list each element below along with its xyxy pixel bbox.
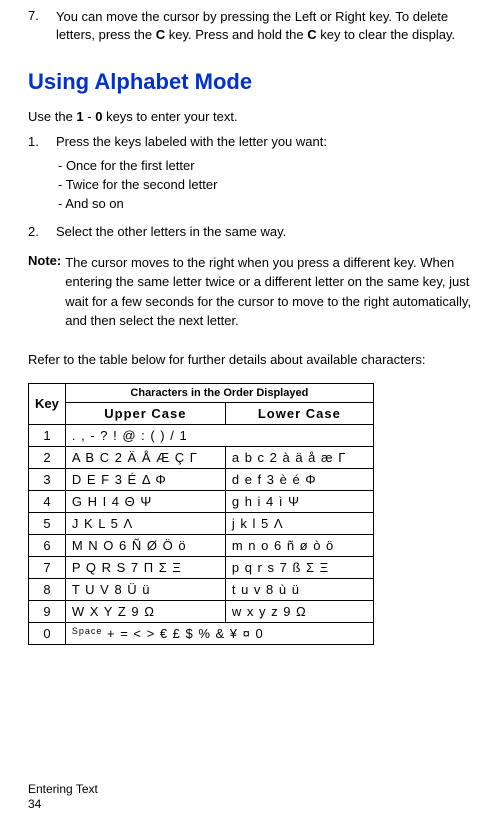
- upper-cell: A B C 2 Ä Å Æ Ç Γ: [65, 446, 225, 468]
- character-table: Key Characters in the Order Displayed Up…: [28, 383, 374, 645]
- step-text: Press the keys labeled with the letter y…: [56, 134, 327, 149]
- sub-item: - Once for the first letter: [58, 157, 474, 176]
- key-cell: 7: [29, 556, 66, 578]
- lower-cell: d e f 3 è é Φ: [225, 468, 373, 490]
- footer-page-number: 34: [28, 797, 98, 813]
- lower-cell: p q r s 7 ß Σ Ξ: [225, 556, 373, 578]
- key-cell: 6: [29, 534, 66, 556]
- lower-cell: a b c 2 à ä å æ Γ: [225, 446, 373, 468]
- chars-cell: . , - ? ! @ : ( ) / 1: [65, 424, 373, 446]
- note-text: The cursor moves to the right when you p…: [65, 253, 474, 331]
- table-row: 1 . , - ? ! @ : ( ) / 1: [29, 424, 374, 446]
- table-intro: Refer to the table below for further det…: [28, 351, 474, 369]
- key-cell: 3: [29, 468, 66, 490]
- header-main: Characters in the Order Displayed: [65, 383, 373, 402]
- table-header-row-2: Upper Case Lower Case: [29, 402, 374, 424]
- item-number: 7.: [28, 8, 46, 43]
- key-cell: 0: [29, 622, 66, 644]
- upper-cell: G H I 4 Θ Ψ: [65, 490, 225, 512]
- lower-cell: g h i 4 ì Ψ: [225, 490, 373, 512]
- upper-cell: D E F 3 É Δ Φ: [65, 468, 225, 490]
- lower-cell: j k l 5 Λ: [225, 512, 373, 534]
- key-cell: 1: [29, 424, 66, 446]
- steps-list: 1. Press the keys labeled with the lette…: [28, 134, 474, 149]
- upper-cell: T U V 8 Ü ü: [65, 578, 225, 600]
- key-cell: 8: [29, 578, 66, 600]
- sub-item: - Twice for the second letter: [58, 176, 474, 195]
- header-lower: Lower Case: [225, 402, 373, 424]
- sub-item: - And so on: [58, 195, 474, 214]
- step-number: 2.: [28, 224, 46, 239]
- item-text: You can move the cursor by pressing the …: [56, 8, 474, 43]
- step-text: Select the other letters in the same way…: [56, 224, 286, 239]
- table-row: 8 T U V 8 Ü ü t u v 8 ù ü: [29, 578, 374, 600]
- header-key: Key: [29, 383, 66, 424]
- intro-text: Use the 1 - 0 keys to enter your text.: [28, 109, 474, 124]
- header-upper: Upper Case: [65, 402, 225, 424]
- lower-cell: m n o 6 ñ ø ò ö: [225, 534, 373, 556]
- lower-cell: t u v 8 ù ü: [225, 578, 373, 600]
- list-item-7: 7. You can move the cursor by pressing t…: [28, 8, 474, 43]
- key-cell: 5: [29, 512, 66, 534]
- chars-cell: Space + = < > € £ $ % & ¥ ¤ 0: [65, 622, 373, 644]
- key-cell: 4: [29, 490, 66, 512]
- steps-list-cont: 2. Select the other letters in the same …: [28, 224, 474, 239]
- note-label: Note:: [28, 253, 61, 331]
- upper-cell: W X Y Z 9 Ω: [65, 600, 225, 622]
- footer-section: Entering Text: [28, 782, 98, 798]
- sub-list: - Once for the first letter - Twice for …: [28, 157, 474, 214]
- lower-cell: w x y z 9 Ω: [225, 600, 373, 622]
- upper-cell: M N O 6 Ñ Ø Ö ö: [65, 534, 225, 556]
- key-cell: 2: [29, 446, 66, 468]
- table-row: 4 G H I 4 Θ Ψ g h i 4 ì Ψ: [29, 490, 374, 512]
- note-block: Note: The cursor moves to the right when…: [28, 253, 474, 331]
- table-row: 2 A B C 2 Ä Å Æ Ç Γ a b c 2 à ä å æ Γ: [29, 446, 374, 468]
- key-cell: 9: [29, 600, 66, 622]
- table-row: 0 Space + = < > € £ $ % & ¥ ¤ 0: [29, 622, 374, 644]
- step-1: 1. Press the keys labeled with the lette…: [28, 134, 474, 149]
- step-2: 2. Select the other letters in the same …: [28, 224, 474, 239]
- table-row: 5 J K L 5 Λ j k l 5 Λ: [29, 512, 374, 534]
- table-row: 7 P Q R S 7 Π Σ Ξ p q r s 7 ß Σ Ξ: [29, 556, 374, 578]
- section-heading: Using Alphabet Mode: [28, 69, 474, 95]
- page-footer: Entering Text 34: [28, 782, 98, 813]
- upper-cell: J K L 5 Λ: [65, 512, 225, 534]
- table-row: 6 M N O 6 Ñ Ø Ö ö m n o 6 ñ ø ò ö: [29, 534, 374, 556]
- table-header-row: Key Characters in the Order Displayed: [29, 383, 374, 402]
- upper-cell: P Q R S 7 Π Σ Ξ: [65, 556, 225, 578]
- step-number: 1.: [28, 134, 46, 149]
- table-row: 9 W X Y Z 9 Ω w x y z 9 Ω: [29, 600, 374, 622]
- table-row: 3 D E F 3 É Δ Φ d e f 3 è é Φ: [29, 468, 374, 490]
